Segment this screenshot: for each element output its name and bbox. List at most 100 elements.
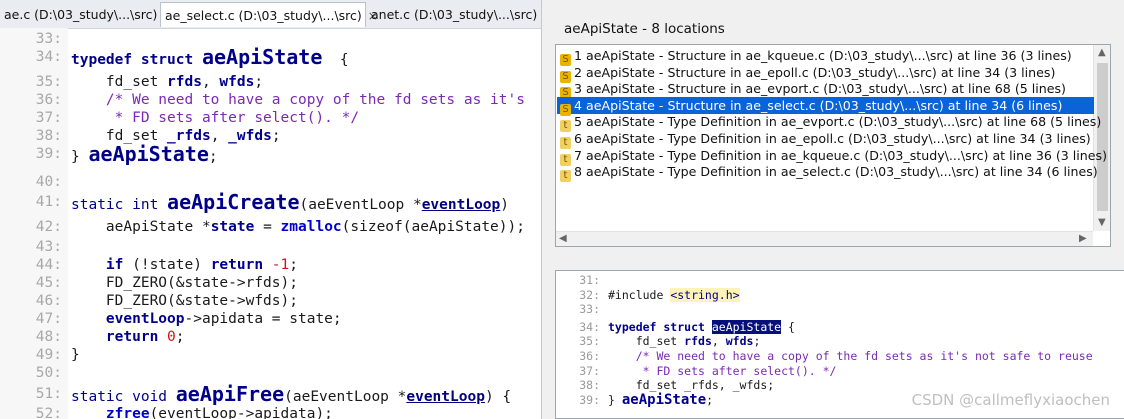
- code-token: static void: [71, 389, 176, 405]
- code-line: 40:: [0, 173, 541, 191]
- code-token: state: [210, 219, 255, 235]
- line-number: 46:: [35, 293, 62, 309]
- code-token: fd_set: [71, 74, 168, 90]
- code-token: fd_set: [608, 334, 685, 349]
- code-token: ) {: [484, 389, 512, 405]
- locations-list[interactable]: ▲ ▼ ◀ ▶ S1 aeApiState - Structure in ae_…: [555, 44, 1111, 247]
- code-token: /* We need to have a copy of the fd sets…: [608, 349, 1093, 363]
- code-token: -1: [271, 257, 290, 273]
- location-item[interactable]: S1 aeApiState - Structure in ae_kqueue.c…: [557, 47, 1094, 66]
- code-token: aeApiState: [201, 45, 323, 69]
- locations-window: aeApiState - 8 locations ▲ ▼ ◀ ▶ S1 aeAp…: [541, 0, 1124, 419]
- preview-code-text: typedef struct aeApiState {: [608, 319, 795, 335]
- code-line: 41: static int aeApiCreate(aeEventLoop *e…: [0, 192, 541, 213]
- code-token: ;: [271, 128, 281, 144]
- tab-label: anet.c (D:\03_study\...\src): [371, 7, 538, 22]
- code-text: static void aeApiFree(aeEventLoop *event…: [71, 384, 512, 406]
- location-item[interactable]: t7 aeApiState - Type Definition in ae_kq…: [557, 147, 1107, 166]
- line-number: 33:: [35, 31, 62, 47]
- code-text: typedef struct aeApiState {: [71, 45, 349, 69]
- preview-code-text: * FD sets after select(). */: [608, 364, 837, 379]
- code-token: ): [500, 197, 510, 213]
- preview-line: 33:: [556, 302, 1124, 317]
- preview-line-number: 39:: [579, 392, 600, 407]
- line-number: 38:: [35, 128, 62, 144]
- location-item-label: 1 aeApiState - Structure in ae_kqueue.c …: [574, 48, 1072, 63]
- code-token: ;: [706, 392, 714, 407]
- code-line: 34: typedef struct aeApiState {: [0, 45, 541, 69]
- preview-line: 31:: [556, 273, 1124, 288]
- preview-line: 35: fd_set rfds, wfds;: [556, 334, 1124, 349]
- code-token: {: [322, 52, 349, 68]
- preview-line-number: 36:: [579, 349, 600, 363]
- preview-line-number: 33:: [579, 302, 600, 317]
- tab-bar: ae.c (D:\03_study\...\src) ae_select.c (D…: [0, 0, 541, 29]
- scroll-up-arrow-icon[interactable]: ▲: [1098, 47, 1106, 58]
- location-item-label: 6 aeApiState - Type Definition in ae_epo…: [574, 131, 1091, 146]
- preview-code-text: #include <string.h>: [608, 287, 740, 303]
- scroll-down-arrow-icon[interactable]: ▼: [1098, 217, 1106, 228]
- code-token: ,: [201, 74, 220, 90]
- scrollbar-thumb[interactable]: [1097, 63, 1108, 211]
- tab-0[interactable]: ae.c (D:\03_study\...\src): [0, 2, 160, 27]
- code-token: FD_ZERO(&state->rfds);: [71, 275, 298, 291]
- code-token: typedef struct: [71, 52, 202, 68]
- tab-1[interactable]: ae_select.c (D:\03_study\...\src) ×: [160, 2, 378, 27]
- code-text: /* We need to have a copy of the fd sets…: [71, 91, 525, 109]
- code-token: aeApiState: [88, 142, 209, 166]
- code-text: FD_ZERO(&state->wfds);: [71, 292, 298, 310]
- scroll-left-arrow-icon[interactable]: ◀: [559, 233, 567, 244]
- code-text: * FD sets after select(). */: [71, 109, 359, 127]
- scroll-right-arrow-icon[interactable]: ▶: [1079, 233, 1087, 244]
- editor-panel: ae.c (D:\03_study\...\src) ae_select.c (D…: [0, 0, 541, 419]
- code-token: if: [71, 257, 133, 273]
- code-line: 51: static void aeApiFree(aeEventLoop *ev…: [0, 384, 541, 406]
- location-item-label: 3 aeApiState - Structure in ae_evport.c …: [574, 81, 1066, 97]
- line-number: 37:: [35, 110, 62, 126]
- horizontal-scrollbar[interactable]: ◀ ▶: [556, 231, 1093, 246]
- location-item-label: 7 aeApiState - Type Definition in ae_kqu…: [574, 147, 1108, 163]
- line-number: 41:: [35, 194, 62, 210]
- location-item[interactable]: S3 aeApiState - Structure in ae_evport.c…: [557, 80, 1094, 100]
- line-number: 47:: [35, 311, 62, 327]
- preview-line-number: 31:: [579, 273, 600, 287]
- line-number: 49:: [35, 347, 62, 363]
- code-token: rfds: [684, 334, 712, 349]
- code-token: ;: [289, 257, 298, 273]
- code-token: ->apidata = state;: [184, 311, 342, 327]
- location-item[interactable]: t6 aeApiState - Type Definition in ae_ep…: [557, 130, 1094, 149]
- watermark-credit: CSDN @callmeflyxiaochen: [911, 391, 1110, 409]
- code-text: }: [71, 346, 80, 364]
- location-item[interactable]: S4 aeApiState - Structure in ae_select.c…: [557, 96, 1094, 116]
- code-token: eventLoop: [71, 311, 185, 327]
- line-number: 44:: [35, 257, 62, 273]
- code-line: 39:} aeApiState;: [0, 142, 541, 166]
- code-line: 47: eventLoop->apidata = state;: [0, 310, 541, 328]
- code-line: 35: fd_set rfds, wfds;: [0, 73, 541, 91]
- line-number: 51:: [35, 386, 62, 402]
- code-line: 49:}: [0, 346, 541, 364]
- location-item[interactable]: t8 aeApiState - Type Definition in ae_se…: [557, 163, 1098, 183]
- tab-2[interactable]: anet.c (D:\03_study\...\src): [367, 2, 537, 27]
- code-text: eventLoop->apidata = state;: [71, 310, 342, 328]
- code-token: wfds: [219, 74, 255, 90]
- location-item[interactable]: t5 aeApiState - Type Definition in ae_ev…: [557, 113, 1101, 133]
- code-text: return 0;: [71, 328, 185, 346]
- preview-code-text: fd_set rfds, wfds;: [608, 334, 761, 349]
- line-number: 39:: [35, 146, 62, 162]
- vertical-scrollbar[interactable]: ▲ ▼: [1093, 45, 1110, 231]
- code-token: }: [71, 347, 80, 363]
- code-token: (sizeof(aeApiState));: [341, 219, 525, 235]
- code-token: ;: [753, 334, 761, 349]
- code-token: (eventLoop->apidata);: [149, 406, 333, 419]
- code-text: fd_set rfds, wfds;: [71, 73, 263, 91]
- location-item[interactable]: S2 aeApiState - Structure in ae_epoll.c …: [557, 64, 1094, 83]
- preview-line: 34: typedef struct aeApiState {: [556, 319, 1124, 335]
- code-token: zmalloc: [280, 219, 342, 235]
- preview-line: 32: #include <string.h>: [556, 287, 1124, 303]
- tab-label: ae.c (D:\03_study\...\src): [4, 7, 158, 22]
- line-number: 45:: [35, 275, 62, 291]
- code-line: 36: /* We need to have a copy of the fd …: [0, 91, 541, 109]
- preview-line-number: 34:: [579, 319, 600, 334]
- code-token: 0: [167, 329, 176, 345]
